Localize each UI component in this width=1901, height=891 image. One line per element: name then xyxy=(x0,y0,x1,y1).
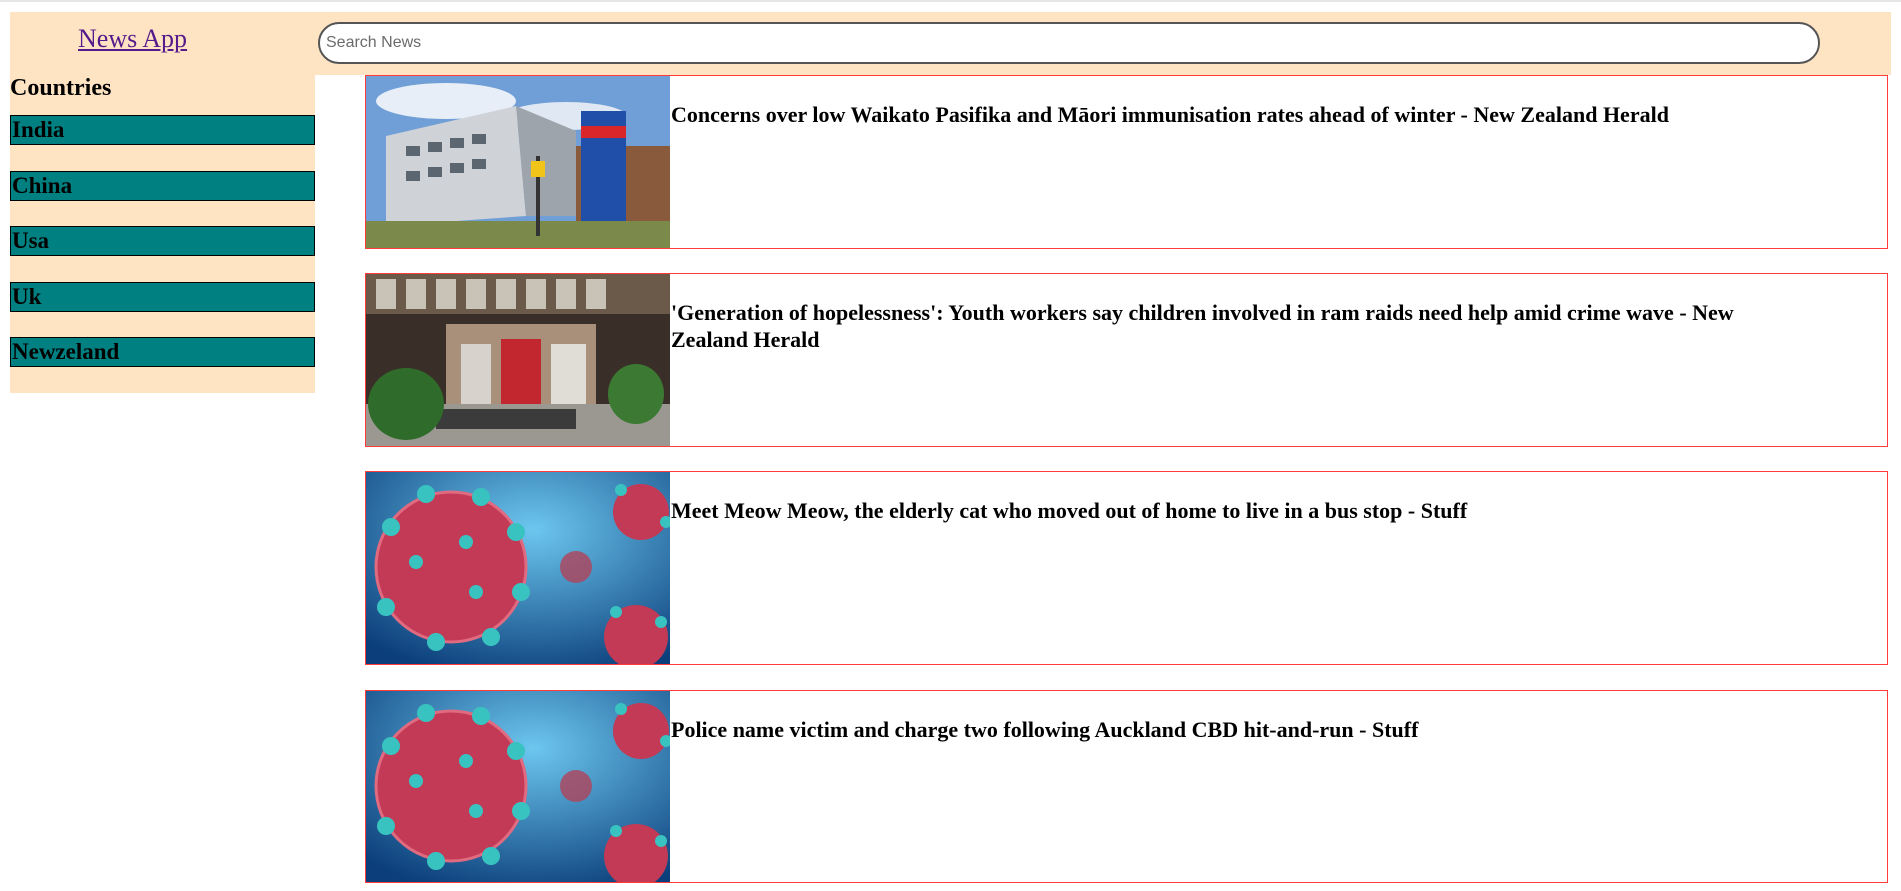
news-title[interactable]: Police name victim and charge two follow… xyxy=(671,716,1807,743)
hospital-emergency-photo xyxy=(366,76,670,248)
news-title[interactable]: Meet Meow Meow, the elderly cat who move… xyxy=(671,497,1807,524)
country-india[interactable]: India xyxy=(10,115,315,145)
country-newzeland[interactable]: Newzeland xyxy=(10,337,315,367)
country-uk[interactable]: Uk xyxy=(10,282,315,312)
news-card[interactable]: Police name victim and charge two follow… xyxy=(365,690,1888,883)
virus-illustration xyxy=(366,472,670,664)
search-input[interactable] xyxy=(318,22,1820,64)
news-title[interactable]: Concerns over low Waikato Pasifika and M… xyxy=(671,101,1807,128)
virus-illustration xyxy=(366,691,670,882)
country-china[interactable]: China xyxy=(10,171,315,201)
sidebar-title: Countries xyxy=(10,75,112,101)
top-border xyxy=(0,0,1901,2)
mall-entrance-photo xyxy=(366,274,670,446)
news-card[interactable]: Meet Meow Meow, the elderly cat who move… xyxy=(365,471,1888,665)
countries-sidebar: Countries India China Usa Uk Newzeland xyxy=(10,75,315,393)
app-title-link[interactable]: News App xyxy=(78,24,187,54)
news-title[interactable]: 'Generation of hopelessness': Youth work… xyxy=(671,299,1807,353)
news-card[interactable]: Concerns over low Waikato Pasifika and M… xyxy=(365,75,1888,249)
news-card[interactable]: 'Generation of hopelessness': Youth work… xyxy=(365,273,1888,447)
header-bar: News App xyxy=(10,12,1891,75)
country-usa[interactable]: Usa xyxy=(10,226,315,256)
